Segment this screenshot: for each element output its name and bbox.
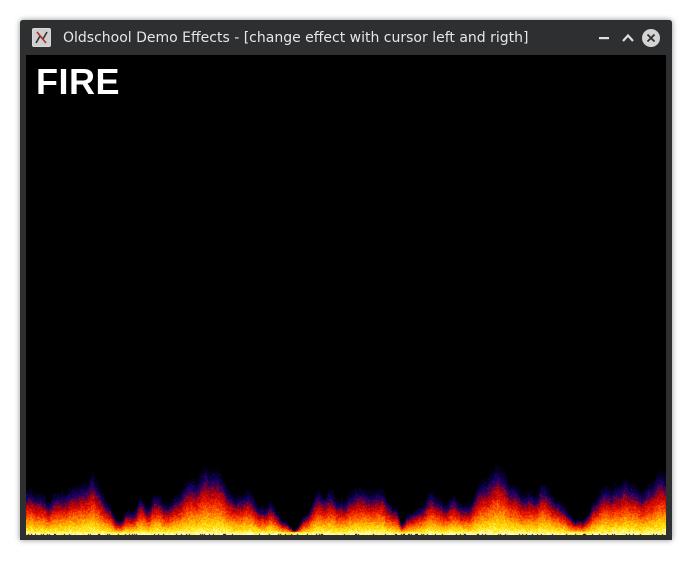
fire-effect: [26, 465, 666, 535]
window-title: Oldschool Demo Effects - [change effect …: [63, 30, 529, 46]
maximize-button[interactable]: [618, 28, 638, 48]
app-window: Oldschool Demo Effects - [change effect …: [20, 20, 672, 540]
close-button[interactable]: [641, 28, 661, 48]
minimize-icon: [599, 37, 609, 40]
minimize-button[interactable]: [594, 28, 614, 48]
app-icon[interactable]: [32, 28, 51, 47]
maximize-icon: [622, 33, 634, 42]
close-icon: [642, 29, 660, 47]
demo-canvas[interactable]: FIRE: [26, 55, 666, 535]
title-bar[interactable]: Oldschool Demo Effects - [change effect …: [20, 20, 672, 55]
effect-name-label: FIRE: [36, 61, 121, 102]
